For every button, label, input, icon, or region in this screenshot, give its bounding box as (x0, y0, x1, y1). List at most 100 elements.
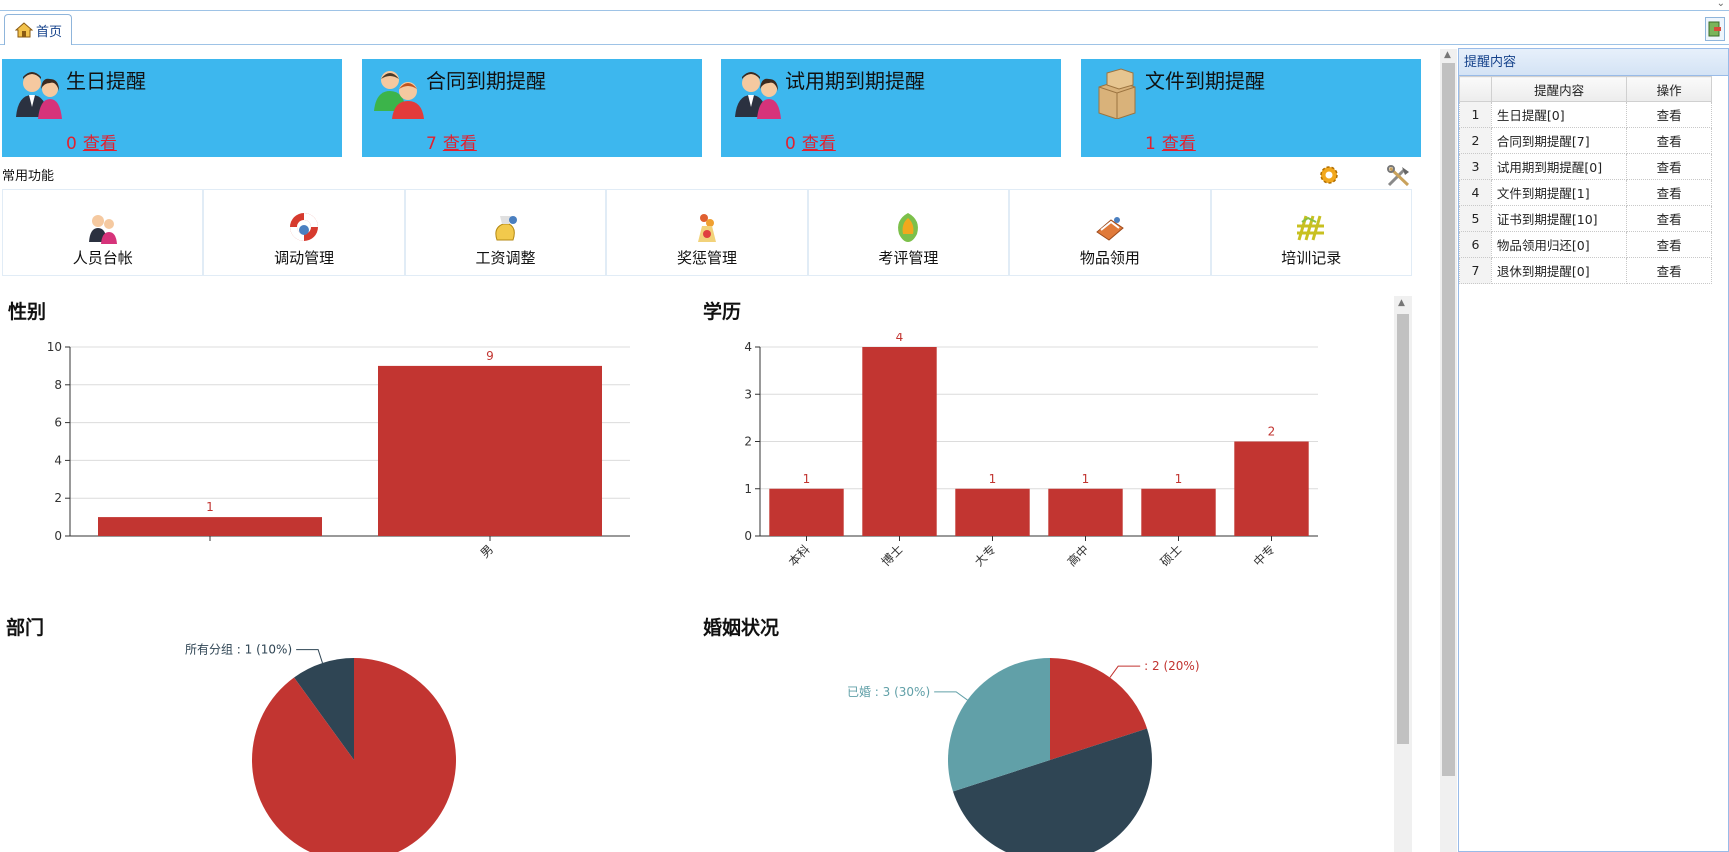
scroll-thumb[interactable] (1442, 63, 1455, 776)
y-tick-label: 2 (54, 491, 62, 505)
view-link[interactable]: 查看 (1162, 134, 1196, 154)
tools-icon[interactable] (1386, 164, 1412, 188)
bar (1048, 488, 1123, 536)
card-probation: 试用期到期提醒 0 查看 (721, 59, 1061, 157)
common-functions-row: 人员台帐 调动管理 工资调整 奖惩管理 考评管理 物品领用 培训记录 (2, 189, 1412, 276)
main-scrollbar[interactable]: ▲ (1440, 49, 1457, 852)
func-salary-adjust[interactable]: 工资调整 (404, 190, 607, 275)
card-title: 试用期到期提醒 (785, 69, 925, 93)
view-action[interactable]: 查看 (1626, 101, 1712, 128)
card-count-value: 7 (426, 134, 437, 154)
func-evaluation[interactable]: 考评管理 (807, 190, 1010, 275)
reminder-table: 提醒内容 操作 1 生日提醒[0] 查看 2 合同到期提醒[7] 查看 3 试用期到期提醒[0… (1459, 76, 1712, 284)
x-tick-label: 中专 (1250, 542, 1278, 570)
table-row[interactable]: 5 证书到期提醒[10] 查看 (1459, 205, 1712, 232)
table-row[interactable]: 6 物品领用归还[0] 查看 (1459, 231, 1712, 258)
training-icon (1297, 215, 1325, 241)
view-action[interactable]: 查看 (1626, 153, 1712, 180)
reminder-panel-title: 提醒内容 (1459, 49, 1728, 76)
x-tick-label: 大专 (971, 542, 999, 570)
scroll-up-icon[interactable]: ▲ (1444, 50, 1451, 60)
reminder-content: 生日提醒[0] (1490, 101, 1628, 128)
y-tick-label: 0 (744, 529, 752, 543)
table-row[interactable]: 7 退休到期提醒[0] 查看 (1459, 257, 1712, 284)
reminder-content: 退休到期提醒[0] (1490, 257, 1628, 284)
view-action[interactable]: 查看 (1626, 257, 1712, 284)
bar (769, 488, 844, 536)
tab-home-label: 首页 (36, 24, 63, 40)
func-goods-requisition[interactable]: 物品领用 (1009, 190, 1211, 275)
charts-pane: 性别 学历 部门 婚姻状况 0 2 4 6 8 10 1 9 男 0 1 2 3 4 1 本科 4 博士 1 大专 1… (0, 293, 1413, 852)
home-icon (15, 22, 33, 38)
view-action[interactable]: 查看 (1626, 205, 1712, 232)
x-tick-label: 高中 (1064, 542, 1092, 570)
row-number: 3 (1459, 153, 1492, 180)
func-training-records[interactable]: 培训记录 (1210, 190, 1412, 275)
gear-icon[interactable] (1318, 164, 1340, 186)
column-header-content[interactable]: 提醒内容 (1490, 76, 1628, 102)
couple-icon (16, 72, 62, 119)
card-count: 0 查看 (66, 129, 117, 154)
label-line (934, 691, 968, 701)
y-tick-label: 8 (54, 378, 62, 392)
card-title: 文件到期提醒 (1145, 69, 1265, 93)
chart-title-gender: 性别 (8, 301, 47, 323)
y-tick-label: 6 (54, 416, 62, 430)
column-header-action[interactable]: 操作 (1626, 76, 1712, 102)
card-count-value: 0 (66, 134, 77, 154)
x-tick-label: 男 (478, 542, 496, 560)
card-count: 7 查看 (426, 129, 477, 154)
table-row[interactable]: 4 文件到期提醒[1] 查看 (1459, 179, 1712, 206)
card-count: 0 查看 (785, 129, 836, 154)
view-link[interactable]: 查看 (83, 134, 117, 154)
tab-bar: 首页 (0, 10, 1729, 45)
func-transfer[interactable]: 调动管理 (203, 190, 405, 275)
close-icon[interactable]: ⌄ (1717, 0, 1725, 9)
view-action[interactable]: 查看 (1626, 179, 1712, 206)
card-count: 1 查看 (1145, 129, 1196, 154)
boxes-icon (1098, 68, 1136, 119)
tab-home[interactable]: 首页 (4, 14, 72, 45)
couple-icon (735, 72, 781, 119)
y-tick-label: 1 (744, 482, 752, 496)
data-label: 1 (1082, 472, 1090, 486)
data-label: 1 (989, 472, 997, 486)
func-rewards-penalties[interactable]: 奖惩管理 (606, 190, 808, 275)
exit-button[interactable] (1705, 17, 1725, 41)
bar (378, 365, 602, 536)
reminder-panel: 提醒内容 提醒内容 操作 1 生日提醒[0] 查看 2 合同到期提醒[7] 查看 3 试用期到… (1458, 48, 1729, 852)
func-label: 调动管理 (274, 249, 335, 267)
func-label: 奖惩管理 (676, 249, 737, 267)
reminder-content: 文件到期提醒[1] (1490, 179, 1628, 206)
table-row[interactable]: 3 试用期到期提醒[0] 查看 (1459, 153, 1712, 180)
view-link[interactable]: 查看 (443, 134, 477, 154)
marital-pie-chart: : 2 (20%) 已婚 : 3 (30%) (847, 658, 1200, 852)
goods-icon (1095, 217, 1124, 241)
users-icon (374, 71, 424, 119)
row-number: 4 (1459, 179, 1492, 206)
y-tick-label: 4 (744, 340, 752, 354)
view-action[interactable]: 查看 (1626, 127, 1712, 154)
money-bag-icon (494, 216, 517, 241)
lifebuoy-icon (290, 213, 319, 241)
card-count-value: 1 (1145, 134, 1156, 154)
table-row[interactable]: 1 生日提醒[0] 查看 (1459, 101, 1712, 128)
card-title: 合同到期提醒 (426, 69, 546, 93)
view-link[interactable]: 查看 (802, 134, 836, 154)
table-row[interactable]: 2 合同到期提醒[7] 查看 (1459, 127, 1712, 154)
charts-scrollbar[interactable]: ▲ (1394, 296, 1412, 852)
pie-label: : 2 (20%) (1144, 659, 1199, 673)
scroll-thumb[interactable] (1397, 314, 1409, 744)
func-personnel-ledger[interactable]: 人员台帐 (2, 190, 204, 275)
y-tick-label: 3 (744, 387, 752, 401)
func-label: 人员台帐 (72, 249, 133, 267)
scroll-up-icon[interactable]: ▲ (1398, 298, 1405, 308)
row-number: 7 (1459, 257, 1492, 284)
func-label: 物品领用 (1079, 249, 1140, 267)
common-functions-title: 常用功能 (2, 169, 55, 184)
view-action[interactable]: 查看 (1626, 231, 1712, 258)
row-number: 5 (1459, 205, 1492, 232)
bar (1234, 441, 1309, 536)
x-tick-label: 本科 (786, 542, 813, 569)
data-label: 1 (803, 472, 811, 486)
